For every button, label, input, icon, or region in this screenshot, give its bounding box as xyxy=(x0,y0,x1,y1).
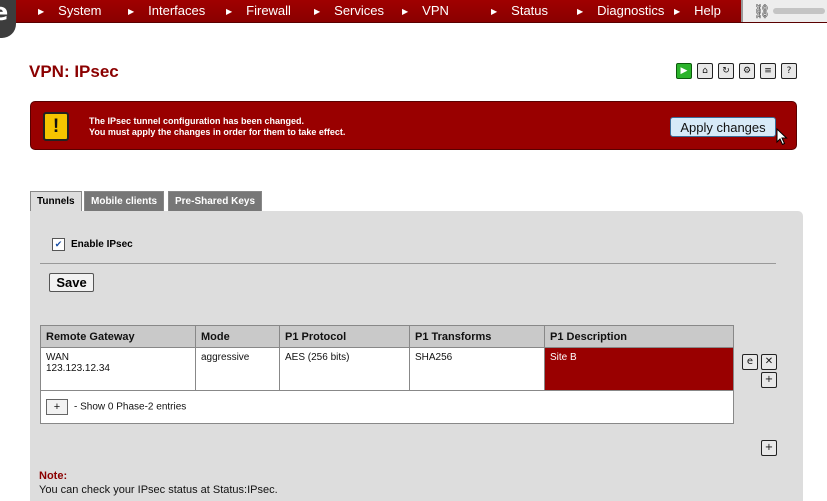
play-icon[interactable]: ▶ xyxy=(676,63,692,79)
arrow-right-icon: ▶ xyxy=(38,7,45,16)
cell-p1-transforms: SHA256 xyxy=(409,347,545,391)
arrow-right-icon: ▶ xyxy=(491,7,498,16)
show-phase2-button[interactable]: + xyxy=(46,399,68,415)
column-p1-transforms: P1 Transforms xyxy=(409,325,545,348)
arrow-right-icon: ▶ xyxy=(577,7,584,16)
cell-p1-protocol: AES (256 bits) xyxy=(279,347,410,391)
column-remote-gateway: Remote Gateway xyxy=(40,325,196,348)
enable-ipsec-row: ✔ Enable IPsec xyxy=(52,238,133,251)
hostname-blurred xyxy=(773,8,825,14)
add-tunnel-icon[interactable]: + xyxy=(761,440,777,456)
status-ipsec-link[interactable]: Status:IPsec xyxy=(213,484,275,496)
cell-remote-gateway: WAN 123.123.12.34 xyxy=(40,347,196,391)
arrow-right-icon: ▶ xyxy=(674,7,681,16)
config-changed-alert: ! The IPsec tunnel configuration has bee… xyxy=(30,101,797,150)
arrow-right-icon: ▶ xyxy=(128,7,135,16)
hostname-area: ⛓ xyxy=(741,0,827,22)
alert-line-1: The IPsec tunnel configuration has been … xyxy=(89,116,305,126)
refresh-icon[interactable]: ↻ xyxy=(718,63,734,79)
table-row[interactable]: WAN 123.123.12.34 aggressive AES (256 bi… xyxy=(40,347,734,391)
gateway-interface: WAN xyxy=(46,352,69,363)
phase1-table: Remote Gateway Mode P1 Protocol P1 Trans… xyxy=(40,325,734,424)
home-icon[interactable]: ⌂ xyxy=(697,63,713,79)
apply-changes-button[interactable]: Apply changes xyxy=(670,117,776,137)
column-p1-description: P1 Description xyxy=(544,325,734,348)
help-icon[interactable]: ? xyxy=(781,63,797,79)
mouse-pointer-icon xyxy=(776,128,788,146)
column-p1-protocol: P1 Protocol xyxy=(279,325,410,348)
add-phase2-icon[interactable]: + xyxy=(761,372,777,388)
phase2-row: + - Show 0 Phase-2 entries xyxy=(40,390,734,424)
enable-ipsec-checkbox[interactable]: ✔ xyxy=(52,238,65,251)
edit-icon[interactable]: e xyxy=(742,354,758,370)
phase2-label: - Show 0 Phase-2 entries xyxy=(74,401,187,413)
settings-icon[interactable]: ⚙ xyxy=(739,63,755,79)
nav-firewall[interactable]: ▶ Firewall xyxy=(226,0,291,22)
nav-services[interactable]: ▶ Services xyxy=(314,0,384,22)
tab-tunnels[interactable]: Tunnels xyxy=(30,191,82,213)
logo: e xyxy=(0,0,16,38)
nav-vpn[interactable]: ▶ VPN xyxy=(402,0,449,22)
network-icon: ⛓ xyxy=(753,3,771,19)
nav-interfaces[interactable]: ▶ Interfaces xyxy=(128,0,205,22)
tunnels-panel: ✔ Enable IPsec Save Remote Gateway Mode … xyxy=(30,211,803,501)
enable-ipsec-label: Enable IPsec xyxy=(71,239,133,250)
alert-message: The IPsec tunnel configuration has been … xyxy=(89,116,345,138)
nav-system[interactable]: ▶ System xyxy=(38,0,102,22)
arrow-right-icon: ▶ xyxy=(226,7,233,16)
phase2-cell: + - Show 0 Phase-2 entries xyxy=(40,390,734,424)
arrow-right-icon: ▶ xyxy=(314,7,321,16)
cell-p1-description: Site B xyxy=(544,347,734,391)
column-mode: Mode xyxy=(195,325,280,348)
tab-mobile-clients[interactable]: Mobile clients xyxy=(84,191,165,212)
nav-status[interactable]: ▶ Status xyxy=(491,0,548,22)
delete-icon[interactable]: ✕ xyxy=(761,354,777,370)
arrow-right-icon: ▶ xyxy=(402,7,409,16)
nav-diagnostics[interactable]: ▶ Diagnostics xyxy=(577,0,664,22)
top-navigation-bar: e ▶ System ▶ Interfaces ▶ Firewall ▶ Service… xyxy=(0,0,827,38)
table-header-row: Remote Gateway Mode P1 Protocol P1 Trans… xyxy=(40,325,734,348)
nav-help[interactable]: ▶ Help xyxy=(674,0,721,22)
tab-pre-shared-keys[interactable]: Pre-Shared Keys xyxy=(168,191,263,212)
note-text: You can check your IPsec status at Statu… xyxy=(39,484,278,496)
warning-icon: ! xyxy=(43,112,69,141)
divider xyxy=(40,263,776,264)
save-button[interactable]: Save xyxy=(49,273,94,292)
page-title: VPN: IPsec xyxy=(29,62,119,81)
alert-line-2: You must apply the changes in order for … xyxy=(89,127,346,137)
gateway-ip: 123.123.12.34 xyxy=(46,363,110,374)
note-label: Note: xyxy=(39,470,68,482)
cell-mode: aggressive xyxy=(195,347,280,391)
log-icon[interactable]: ≡ xyxy=(760,63,776,79)
